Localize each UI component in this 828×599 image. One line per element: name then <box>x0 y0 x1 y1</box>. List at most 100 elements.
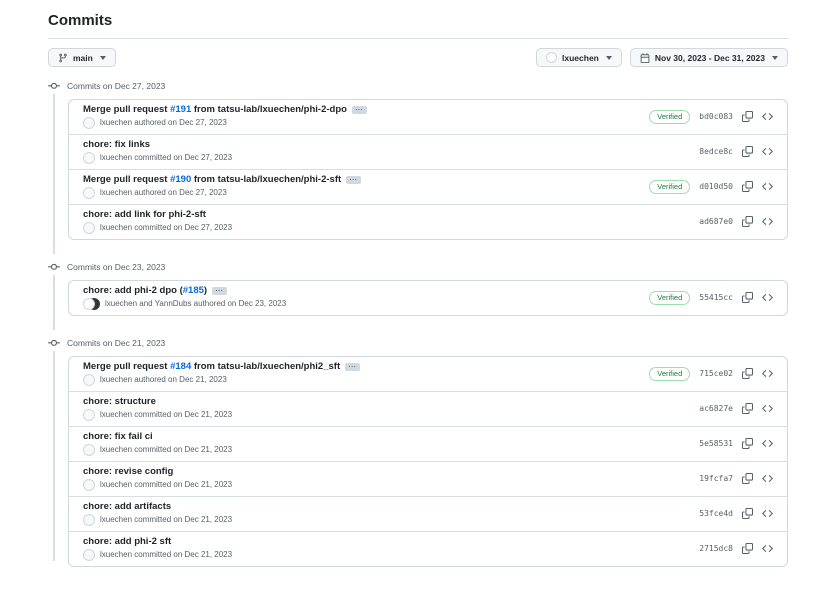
verified-badge[interactable]: Verified <box>649 367 690 381</box>
author-avatar[interactable] <box>83 549 95 561</box>
browse-code-button[interactable] <box>762 292 773 303</box>
author-avatar[interactable] <box>83 514 95 526</box>
commit-pr-link[interactable]: #190 <box>170 174 191 185</box>
copy-icon <box>742 292 753 303</box>
calendar-icon <box>640 53 650 63</box>
commit-pr-link[interactable]: #185 <box>183 285 204 296</box>
branch-selector-button[interactable]: main <box>48 48 116 67</box>
copy-sha-button[interactable] <box>742 403 753 414</box>
commit-meta: lxuechen committed on Dec 21, 2023 <box>83 549 687 561</box>
commit-description-toggle-button[interactable]: ⋯ <box>212 287 227 295</box>
copy-sha-button[interactable] <box>742 111 753 122</box>
commit-description-toggle-button[interactable]: ⋯ <box>352 106 367 114</box>
commit-list: Merge pull request #191 from tatsu-lab/l… <box>68 99 788 240</box>
author-avatar[interactable] <box>83 187 95 199</box>
commit-sha-link[interactable]: 5e58531 <box>699 439 733 448</box>
copy-icon <box>742 438 753 449</box>
commit-message-link[interactable]: chore: fix fail ci <box>83 431 153 442</box>
commit-actions: 19fcfa7 <box>699 473 773 484</box>
commit-title: chore: add link for phi-2-sft <box>83 209 687 220</box>
commit-description-toggle-button[interactable]: ⋯ <box>345 363 360 371</box>
commit-list: Merge pull request #184 from tatsu-lab/l… <box>68 356 788 567</box>
commit-message-link[interactable]: chore: fix links <box>83 139 150 150</box>
commit-message-link[interactable]: chore: add link for phi-2-sft <box>83 209 206 220</box>
author-avatar[interactable] <box>83 298 95 310</box>
copy-sha-button[interactable] <box>742 368 753 379</box>
commit-title-pre: chore: add artifacts <box>83 501 171 512</box>
copy-sha-button[interactable] <box>742 508 753 519</box>
author-avatar[interactable] <box>83 444 95 456</box>
commit-meta-text: lxuechen committed on Dec 21, 2023 <box>100 549 232 561</box>
commit-title-pre: chore: add phi-2 dpo ( <box>83 285 183 296</box>
copy-sha-button[interactable] <box>742 473 753 484</box>
author-avatar[interactable] <box>83 222 95 234</box>
verified-badge[interactable]: Verified <box>649 110 690 124</box>
commit-meta: lxuechen committed on Dec 21, 2023 <box>83 444 687 456</box>
commit-sha-link[interactable]: bd0c083 <box>699 112 733 121</box>
commit-main: chore: add phi-2 sft lxuechen committed … <box>83 536 687 561</box>
commit-meta-text: lxuechen committed on Dec 27, 2023 <box>100 222 232 234</box>
browse-code-button[interactable] <box>762 473 773 484</box>
author-avatar[interactable] <box>83 117 95 129</box>
commit-row: chore: add link for phi-2-sft lxuechen c… <box>69 204 787 239</box>
commit-pr-link[interactable]: #184 <box>170 361 191 372</box>
commit-message-link[interactable]: Merge pull request #184 from tatsu-lab/l… <box>83 361 340 372</box>
commit-message-link[interactable]: chore: add artifacts <box>83 501 171 512</box>
author-avatar[interactable] <box>83 479 95 491</box>
author-avatar[interactable] <box>83 374 95 386</box>
commit-message-link[interactable]: chore: structure <box>83 396 156 407</box>
commit-meta-text: lxuechen committed on Dec 21, 2023 <box>100 444 232 456</box>
commit-group-header: Commits on Dec 27, 2023 <box>48 75 788 99</box>
commit-message-link[interactable]: Merge pull request #191 from tatsu-lab/l… <box>83 104 347 115</box>
commit-description-toggle-button[interactable]: ⋯ <box>346 176 361 184</box>
browse-code-button[interactable] <box>762 216 773 227</box>
copy-sha-button[interactable] <box>742 181 753 192</box>
commit-sha-link[interactable]: 55415cc <box>699 293 733 302</box>
header-divider <box>48 38 788 39</box>
commit-sha-link[interactable]: 19fcfa7 <box>699 474 733 483</box>
copy-sha-button[interactable] <box>742 543 753 554</box>
commit-group-header: Commits on Dec 23, 2023 <box>48 256 788 280</box>
verified-badge[interactable]: Verified <box>649 291 690 305</box>
copy-sha-button[interactable] <box>742 292 753 303</box>
code-icon <box>762 292 773 303</box>
date-range-button[interactable]: Nov 30, 2023 - Dec 31, 2023 <box>630 48 788 67</box>
browse-code-button[interactable] <box>762 368 773 379</box>
browse-code-button[interactable] <box>762 508 773 519</box>
commit-sha-link[interactable]: 53fce4d <box>699 509 733 518</box>
copy-sha-button[interactable] <box>742 146 753 157</box>
browse-code-button[interactable] <box>762 438 773 449</box>
commit-message-link[interactable]: Merge pull request #190 from tatsu-lab/l… <box>83 174 341 185</box>
commit-title-pre: chore: structure <box>83 396 156 407</box>
commit-main: chore: add artifacts lxuechen committed … <box>83 501 687 526</box>
code-icon <box>762 473 773 484</box>
commit-sha-link[interactable]: 2715dc8 <box>699 544 733 553</box>
browse-code-button[interactable] <box>762 181 773 192</box>
commit-sha-link[interactable]: 715ce02 <box>699 369 733 378</box>
commit-message-link[interactable]: chore: revise config <box>83 466 173 477</box>
browse-code-button[interactable] <box>762 146 773 157</box>
commit-title-pre: Merge pull request <box>83 174 170 185</box>
commit-sha-link[interactable]: ad687e0 <box>699 217 733 226</box>
commit-message-link[interactable]: chore: add phi-2 dpo (#185) <box>83 285 207 296</box>
commit-message-link[interactable]: chore: add phi-2 sft <box>83 536 171 547</box>
commit-list: chore: add phi-2 dpo (#185) ⋯ lxuechen a… <box>68 280 788 316</box>
commit-title: Merge pull request #191 from tatsu-lab/l… <box>83 104 637 115</box>
verified-badge[interactable]: Verified <box>649 180 690 194</box>
commit-sha-link[interactable]: d010d50 <box>699 182 733 191</box>
copy-sha-button[interactable] <box>742 438 753 449</box>
commit-title: chore: fix links <box>83 139 687 150</box>
author-avatar[interactable] <box>83 409 95 421</box>
commit-group-header-label: Commits on Dec 27, 2023 <box>67 81 165 91</box>
commit-sha-link[interactable]: 8edce8c <box>699 147 733 156</box>
author-avatar-stack[interactable] <box>83 298 100 310</box>
browse-code-button[interactable] <box>762 111 773 122</box>
copy-sha-button[interactable] <box>742 216 753 227</box>
browse-code-button[interactable] <box>762 543 773 554</box>
browse-code-button[interactable] <box>762 403 773 414</box>
author-filter-avatar <box>546 52 557 63</box>
commit-sha-link[interactable]: ac6827e <box>699 404 733 413</box>
author-avatar[interactable] <box>83 152 95 164</box>
commit-pr-link[interactable]: #191 <box>170 104 191 115</box>
author-filter-button[interactable]: lxuechen <box>536 48 622 67</box>
